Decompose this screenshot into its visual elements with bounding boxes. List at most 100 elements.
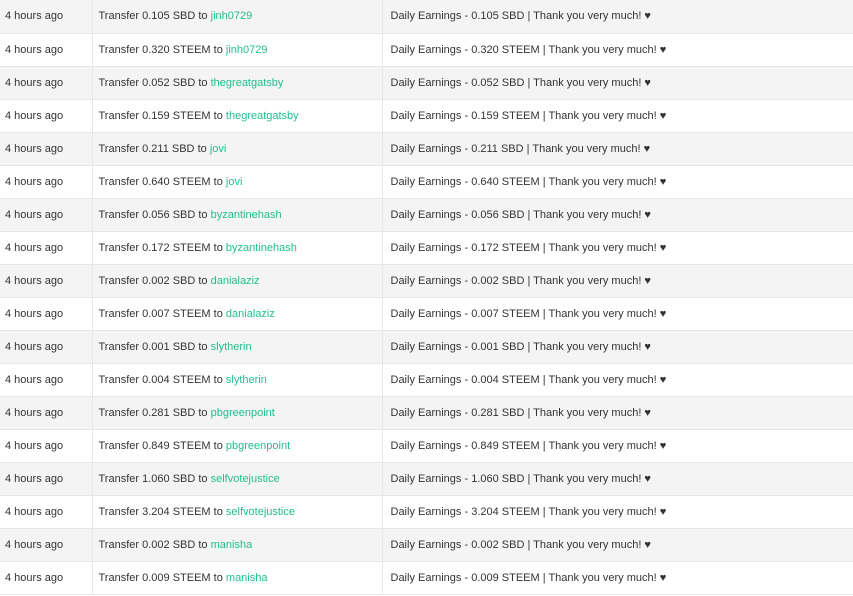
- transfer-memo: Daily Earnings - 0.001 SBD | Thank you v…: [382, 330, 853, 364]
- transfer-label: Transfer: [98, 109, 140, 122]
- transfer-memo: Daily Earnings - 0.211 SBD | Thank you v…: [382, 132, 853, 166]
- transfer-amount: 0.004 STEEM: [142, 373, 211, 386]
- table-row: 4 hours ago Transfer 0.004 STEEM to slyth…: [0, 363, 853, 397]
- to-label: to: [213, 241, 223, 254]
- transfer-operation: Transfer 0.320 STEEM to jinh0729: [92, 33, 383, 67]
- recipient-account-link[interactable]: jovi: [210, 143, 227, 155]
- transfer-operation: Transfer 0.002 SBD to manisha: [92, 528, 383, 562]
- transfer-label: Transfer: [98, 307, 140, 320]
- transfer-memo: Daily Earnings - 0.002 SBD | Thank you v…: [382, 528, 853, 562]
- timestamp: 4 hours ago: [0, 462, 93, 496]
- transfer-memo: Daily Earnings - 0.052 SBD | Thank you v…: [382, 66, 853, 100]
- to-label: to: [213, 43, 223, 56]
- transfer-operation: Transfer 0.172 STEEM to byzantinehash: [92, 231, 383, 265]
- transfer-label: Transfer: [98, 538, 140, 551]
- to-label: to: [213, 175, 223, 188]
- transfer-memo: Daily Earnings - 0.002 SBD | Thank you v…: [382, 264, 853, 298]
- to-label: to: [198, 340, 208, 353]
- transfer-operation: Transfer 0.001 SBD to slytherin: [92, 330, 383, 364]
- timestamp: 4 hours ago: [0, 363, 93, 397]
- recipient-account-link[interactable]: thegreatgatsby: [211, 77, 284, 89]
- transfer-operation: Transfer 0.056 SBD to byzantinehash: [92, 198, 383, 232]
- recipient-account-link[interactable]: jinh0729: [211, 10, 253, 22]
- table-row: 4 hours ago Transfer 0.007 STEEM to dania…: [0, 297, 853, 331]
- transfer-memo: Daily Earnings - 0.007 STEEM | Thank you…: [382, 297, 853, 331]
- timestamp: 4 hours ago: [0, 231, 93, 265]
- timestamp: 4 hours ago: [0, 297, 93, 331]
- transfer-amount: 0.172 STEEM: [142, 241, 211, 254]
- table-row: 4 hours ago Transfer 0.001 SBD to slyther…: [0, 330, 853, 364]
- table-row: 4 hours ago Transfer 0.009 STEEM to manis…: [0, 561, 853, 595]
- recipient-account-link[interactable]: danialaziz: [226, 308, 275, 320]
- recipient-account-link[interactable]: danialaziz: [211, 275, 260, 287]
- timestamp: 4 hours ago: [0, 99, 93, 133]
- transfer-label: Transfer: [98, 142, 140, 155]
- transfer-amount: 0.009 STEEM: [142, 571, 211, 584]
- timestamp: 4 hours ago: [0, 528, 93, 562]
- timestamp: 4 hours ago: [0, 429, 93, 463]
- to-label: to: [213, 109, 223, 122]
- table-row: 4 hours ago Transfer 0.052 SBD to thegrea…: [0, 66, 853, 100]
- to-label: to: [213, 307, 223, 320]
- recipient-account-link[interactable]: thegreatgatsby: [226, 110, 299, 122]
- transfer-amount: 0.001 SBD: [142, 340, 196, 353]
- to-label: to: [198, 76, 208, 89]
- transfer-label: Transfer: [98, 571, 140, 584]
- transfer-memo: Daily Earnings - 0.320 STEEM | Thank you…: [382, 33, 853, 67]
- to-label: to: [198, 472, 208, 485]
- transfer-memo: Daily Earnings - 0.009 STEEM | Thank you…: [382, 561, 853, 595]
- recipient-account-link[interactable]: byzantinehash: [226, 242, 297, 254]
- recipient-account-link[interactable]: byzantinehash: [211, 209, 282, 221]
- timestamp: 4 hours ago: [0, 66, 93, 100]
- table-row: 4 hours ago Transfer 0.105 SBD to jinh072…: [0, 0, 853, 34]
- transfer-label: Transfer: [98, 406, 140, 419]
- transfer-operation: Transfer 0.002 SBD to danialaziz: [92, 264, 383, 298]
- timestamp: 4 hours ago: [0, 330, 93, 364]
- transfer-memo: Daily Earnings - 0.105 SBD | Thank you v…: [382, 0, 853, 34]
- recipient-account-link[interactable]: selfvotejustice: [211, 473, 280, 485]
- recipient-account-link[interactable]: manisha: [226, 572, 268, 584]
- transfer-label: Transfer: [98, 505, 140, 518]
- transfer-memo: Daily Earnings - 1.060 SBD | Thank you v…: [382, 462, 853, 496]
- recipient-account-link[interactable]: jovi: [226, 176, 243, 188]
- to-label: to: [213, 373, 223, 386]
- recipient-account-link[interactable]: pbgreenpoint: [211, 407, 275, 419]
- timestamp: 4 hours ago: [0, 561, 93, 595]
- to-label: to: [213, 439, 223, 452]
- timestamp: 4 hours ago: [0, 132, 93, 166]
- transfer-amount: 0.211 SBD: [142, 142, 195, 155]
- table-row: 4 hours ago Transfer 0.159 STEEM to thegr…: [0, 99, 853, 133]
- to-label: to: [198, 208, 208, 221]
- transfer-memo: Daily Earnings - 0.056 SBD | Thank you v…: [382, 198, 853, 232]
- transfer-amount: 0.007 STEEM: [142, 307, 211, 320]
- to-label: to: [197, 142, 207, 155]
- transfer-memo: Daily Earnings - 0.849 STEEM | Thank you…: [382, 429, 853, 463]
- transfer-amount: 1.060 SBD: [142, 472, 196, 485]
- timestamp: 4 hours ago: [0, 264, 93, 298]
- timestamp: 4 hours ago: [0, 198, 93, 232]
- recipient-account-link[interactable]: jinh0729: [226, 44, 268, 56]
- transfer-memo: Daily Earnings - 0.281 SBD | Thank you v…: [382, 396, 853, 430]
- timestamp: 4 hours ago: [0, 0, 93, 34]
- transfer-history-body: 4 hours ago Transfer 0.105 SBD to jinh072…: [0, 0, 853, 595]
- transfer-amount: 0.002 SBD: [142, 538, 196, 551]
- table-row: 4 hours ago Transfer 0.281 SBD to pbgreen…: [0, 396, 853, 430]
- to-label: to: [213, 505, 223, 518]
- transfer-memo: Daily Earnings - 0.004 STEEM | Thank you…: [382, 363, 853, 397]
- transfer-amount: 0.159 STEEM: [142, 109, 211, 122]
- recipient-account-link[interactable]: selfvotejustice: [226, 506, 295, 518]
- transfer-memo: Daily Earnings - 3.204 STEEM | Thank you…: [382, 495, 853, 529]
- recipient-account-link[interactable]: manisha: [211, 539, 253, 551]
- transfer-memo: Daily Earnings - 0.172 STEEM | Thank you…: [382, 231, 853, 265]
- to-label: to: [198, 274, 208, 287]
- table-row: 4 hours ago Transfer 1.060 SBD to selfvot…: [0, 462, 853, 496]
- transfer-label: Transfer: [98, 10, 140, 23]
- table-row: 4 hours ago Transfer 0.849 STEEM to pbgre…: [0, 429, 853, 463]
- transfer-operation: Transfer 0.211 SBD to jovi: [92, 132, 383, 166]
- transfer-amount: 0.320 STEEM: [142, 43, 211, 56]
- recipient-account-link[interactable]: slytherin: [226, 374, 267, 386]
- transfer-amount: 0.002 SBD: [142, 274, 196, 287]
- to-label: to: [198, 10, 208, 23]
- recipient-account-link[interactable]: slytherin: [211, 341, 252, 353]
- recipient-account-link[interactable]: pbgreenpoint: [226, 440, 290, 452]
